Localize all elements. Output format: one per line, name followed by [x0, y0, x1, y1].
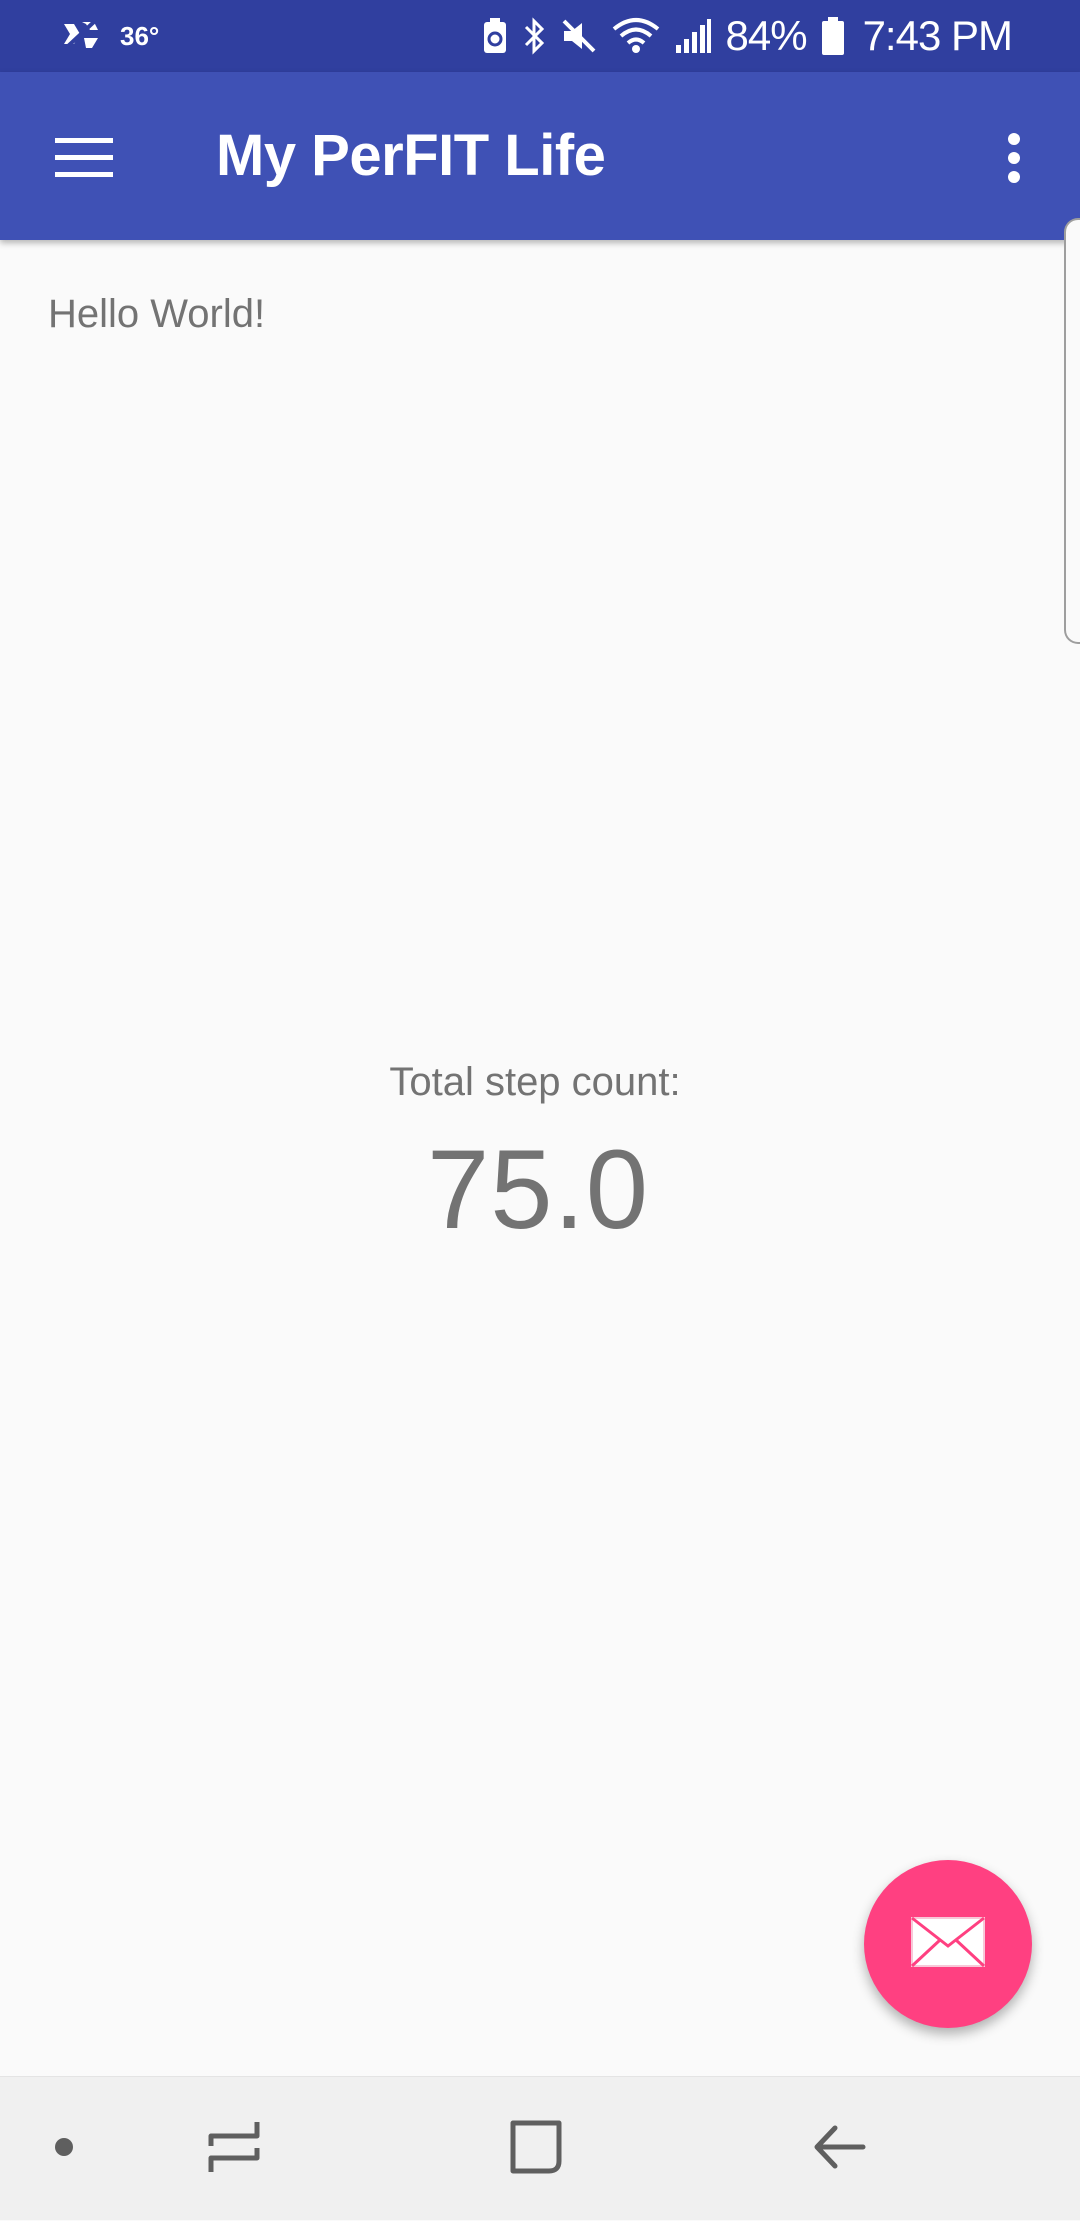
back-button[interactable]	[790, 2077, 890, 2221]
battery-percent-text: 84%	[725, 12, 808, 59]
back-icon	[813, 2122, 867, 2177]
overflow-menu-button[interactable]	[966, 112, 1062, 208]
battery-icon	[821, 16, 845, 56]
nav-dot-button[interactable]	[34, 2077, 94, 2221]
dot-icon	[54, 2137, 74, 2162]
recents-icon	[207, 2118, 261, 2181]
step-count-label: Total step count:	[389, 1060, 681, 1104]
notification-sync-icon	[60, 16, 102, 57]
clock-text: 7:43 PM	[862, 12, 1013, 59]
wifi-icon	[612, 17, 660, 55]
app-bar: My PerFIT Life	[0, 72, 1080, 240]
greeting-text: Hello World!	[48, 292, 266, 336]
fab-mail-button[interactable]	[864, 1860, 1032, 2028]
status-bar: 36° 84% 7:43 PM	[0, 0, 1080, 72]
step-count-value: 75.0	[427, 1127, 649, 1252]
home-button[interactable]	[486, 2077, 586, 2221]
app-title: My PerFIT Life	[216, 123, 606, 188]
temperature-text: 36°	[120, 20, 160, 51]
status-right: 84% 7:43 PM	[482, 0, 1013, 72]
home-icon	[509, 2119, 563, 2180]
edge-panel-handle[interactable]	[1064, 218, 1080, 644]
system-nav-bar	[0, 2076, 1080, 2220]
hamburger-menu-icon	[55, 136, 113, 185]
more-vert-icon	[1006, 132, 1022, 189]
status-left: 36°	[60, 0, 159, 72]
menu-button[interactable]	[36, 112, 132, 208]
recents-button[interactable]	[184, 2077, 284, 2221]
battery-saver-icon	[482, 17, 508, 55]
mute-icon	[560, 17, 598, 55]
signal-icon	[674, 17, 712, 55]
mail-icon	[910, 1916, 986, 1973]
bluetooth-icon	[522, 17, 546, 55]
